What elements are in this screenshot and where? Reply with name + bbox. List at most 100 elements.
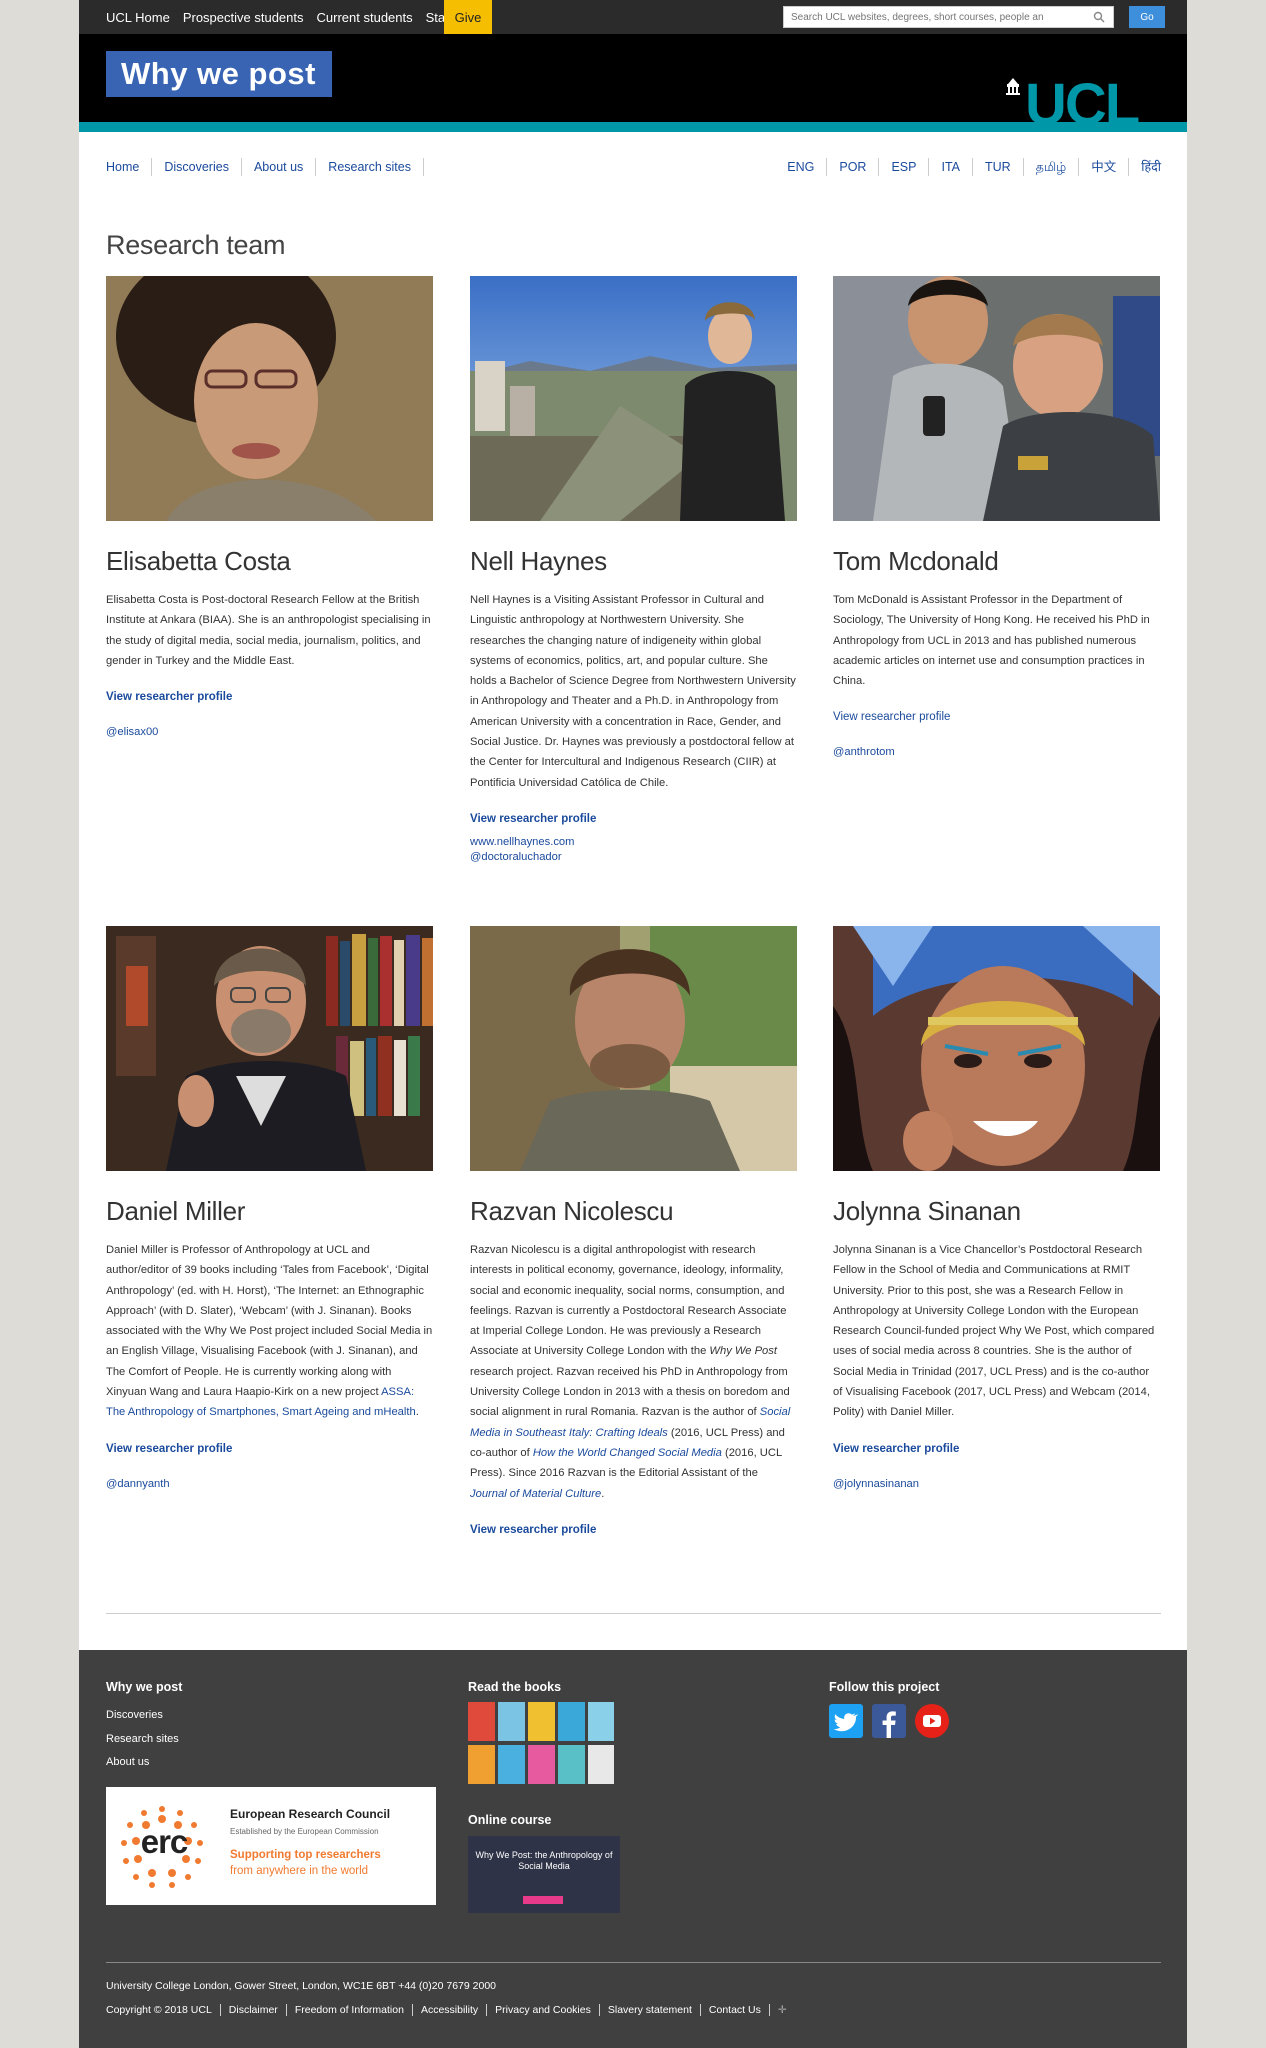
twitter-handle-link[interactable]: @anthrotom — [833, 745, 1160, 760]
team-member-card: Elisabetta Costa Elisabetta Costa is Pos… — [106, 276, 433, 740]
global-links: UCL Home Prospective students Current st… — [106, 0, 465, 34]
erc-subtitle: Established by the European Commission — [230, 1827, 379, 1836]
team-member-card: Razvan Nicolescu Razvan Nicolescu is a d… — [470, 926, 797, 1536]
member-bio: Razvan Nicolescu is a digital anthropolo… — [470, 1244, 791, 1500]
lang-esp[interactable]: ESP — [879, 158, 930, 176]
footer-link-about-us[interactable]: About us — [106, 1751, 179, 1775]
global-top-bar: UCL Home Prospective students Current st… — [79, 0, 1187, 34]
lang-hindi[interactable]: हिंदी — [1129, 158, 1161, 176]
footer-address: University College London, Gower Street,… — [106, 1980, 496, 1992]
prospective-students-link[interactable]: Prospective students — [183, 10, 304, 25]
section-nav: Home Discoveries About us Research sites — [106, 158, 424, 176]
view-profile-link[interactable]: View researcher profile — [106, 1443, 433, 1455]
online-course-banner[interactable]: Why We Post: the Anthropology of Social … — [468, 1836, 620, 1913]
portrait-photo — [470, 926, 797, 1171]
footer-link-discoveries[interactable]: Discoveries — [106, 1704, 179, 1728]
content-divider — [106, 1613, 1161, 1614]
erc-banner[interactable]: erc European Research Council Establishe… — [106, 1787, 436, 1905]
site-header: Why we post UCL — [79, 34, 1187, 132]
lang-por[interactable]: POR — [827, 158, 880, 176]
search-form: Go — [783, 6, 1193, 28]
team-member-card: Jolynna Sinanan Jolynna Sinanan is a Vic… — [833, 926, 1160, 1492]
facebook-icon[interactable] — [872, 1704, 906, 1738]
legal-link-contact[interactable]: Contact Us — [701, 2004, 770, 2016]
member-bio: Nell Haynes is a Visiting Assistant Prof… — [470, 594, 796, 789]
course-cta — [523, 1896, 563, 1904]
member-bio: Tom McDonald is Assistant Professor in t… — [833, 594, 1150, 688]
legal-link-accessibility[interactable]: Accessibility — [413, 2004, 488, 2016]
legal-link-disclaimer[interactable]: Disclaimer — [221, 2004, 287, 2016]
nav-discoveries[interactable]: Discoveries — [152, 158, 242, 176]
book-covers-grid[interactable] — [468, 1702, 614, 1784]
lang-tur[interactable]: TUR — [973, 158, 1024, 176]
website-link[interactable]: www.nellhaynes.com — [470, 835, 797, 850]
legal-link-foi[interactable]: Freedom of Information — [287, 2004, 413, 2016]
member-bio: Jolynna Sinanan is a Vice Chancellor’s P… — [833, 1244, 1155, 1419]
footer-legal-links: Copyright © 2018 UCL Disclaimer Freedom … — [106, 2004, 795, 2016]
portrait-photo — [470, 276, 797, 521]
move-icon[interactable]: ✛ — [770, 2004, 795, 2016]
team-member-card: Daniel Miller Daniel Miller is Professor… — [106, 926, 433, 1492]
legal-link-privacy[interactable]: Privacy and Cookies — [487, 2004, 600, 2016]
youtube-icon[interactable] — [915, 1704, 949, 1738]
search-icon[interactable] — [1093, 11, 1105, 23]
lang-chinese[interactable]: 中文 — [1079, 158, 1130, 176]
member-name: Elisabetta Costa — [106, 546, 291, 576]
twitter-handle-link[interactable]: @jolynnasinanan — [833, 1477, 1160, 1492]
twitter-handle-link[interactable]: @elisax00 — [106, 725, 433, 740]
ucl-home-link[interactable]: UCL Home — [106, 10, 170, 25]
search-box — [783, 6, 1114, 28]
language-nav: ENG POR ESP ITA TUR தமிழ் 中文 हिंदी — [775, 158, 1161, 176]
member-bio: Elisabetta Costa is Post-doctoral Resear… — [106, 594, 431, 667]
give-button[interactable]: Give — [444, 0, 492, 34]
footer-links: Discoveries Research sites About us — [106, 1704, 179, 1775]
member-name: Nell Haynes — [470, 546, 607, 576]
primary-nav: Home Discoveries About us Research sites… — [106, 132, 1161, 200]
footer-heading-follow: Follow this project — [829, 1680, 940, 1694]
view-profile-link[interactable]: View researcher profile — [833, 711, 1160, 723]
lang-tamil[interactable]: தமிழ் — [1024, 158, 1080, 176]
lang-ita[interactable]: ITA — [929, 158, 973, 176]
search-input[interactable] — [784, 7, 1084, 28]
ucl-logo[interactable]: UCL — [1001, 74, 1161, 126]
footer-divider — [106, 1962, 1161, 1963]
site-footer: Why we post Discoveries Research sites A… — [79, 1650, 1187, 2048]
twitter-handle-link[interactable]: @dannyanth — [106, 1477, 433, 1492]
twitter-handle-link[interactable]: @doctoraluchador — [470, 850, 797, 865]
footer-heading-online-course: Online course — [468, 1813, 552, 1827]
portrait-photo — [106, 276, 433, 521]
current-students-link[interactable]: Current students — [317, 10, 413, 25]
member-name: Daniel Miller — [106, 1196, 246, 1226]
book-link-how-world-changed[interactable]: How the World Changed Social Media — [533, 1447, 722, 1459]
member-name: Jolynna Sinanan — [833, 1196, 1021, 1226]
twitter-icon[interactable] — [829, 1704, 863, 1738]
social-links — [829, 1704, 958, 1738]
view-profile-link[interactable]: View researcher profile — [470, 1524, 797, 1536]
journal-link-material-culture[interactable]: Journal of Material Culture — [470, 1488, 601, 1500]
search-go-button[interactable]: Go — [1129, 6, 1165, 28]
view-profile-link[interactable]: View researcher profile — [833, 1443, 1160, 1455]
erc-tagline-1: Supporting top researchers — [230, 1849, 381, 1861]
view-profile-link[interactable]: View researcher profile — [470, 813, 797, 825]
course-title: Why We Post: the Anthropology of Social … — [475, 1850, 613, 1871]
main-content: Home Discoveries About us Research sites… — [79, 132, 1187, 1650]
portrait-photo — [833, 276, 1160, 521]
erc-name: European Research Council — [230, 1807, 391, 1821]
lang-eng[interactable]: ENG — [775, 158, 828, 176]
view-profile-link[interactable]: View researcher profile — [106, 691, 433, 703]
portrait-photo — [833, 926, 1160, 1171]
nav-research-sites[interactable]: Research sites — [316, 158, 424, 176]
site-title-logo[interactable]: Why we post — [106, 51, 332, 97]
footer-heading-read-books: Read the books — [468, 1680, 562, 1694]
copyright-text: Copyright © 2018 UCL — [106, 2004, 221, 2016]
svg-text:UCL: UCL — [1025, 74, 1139, 126]
erc-logo-text: erc — [140, 1823, 189, 1860]
nav-about-us[interactable]: About us — [242, 158, 317, 176]
page-title: Research team — [106, 230, 286, 260]
nav-home[interactable]: Home — [106, 158, 153, 176]
footer-link-research-sites[interactable]: Research sites — [106, 1728, 179, 1752]
team-member-card: Tom Mcdonald Tom McDonald is Assistant P… — [833, 276, 1160, 760]
legal-link-slavery[interactable]: Slavery statement — [600, 2004, 701, 2016]
erc-tagline-2: from anywhere in the world — [230, 1865, 369, 1877]
footer-heading-why-we-post: Why we post — [106, 1680, 183, 1694]
